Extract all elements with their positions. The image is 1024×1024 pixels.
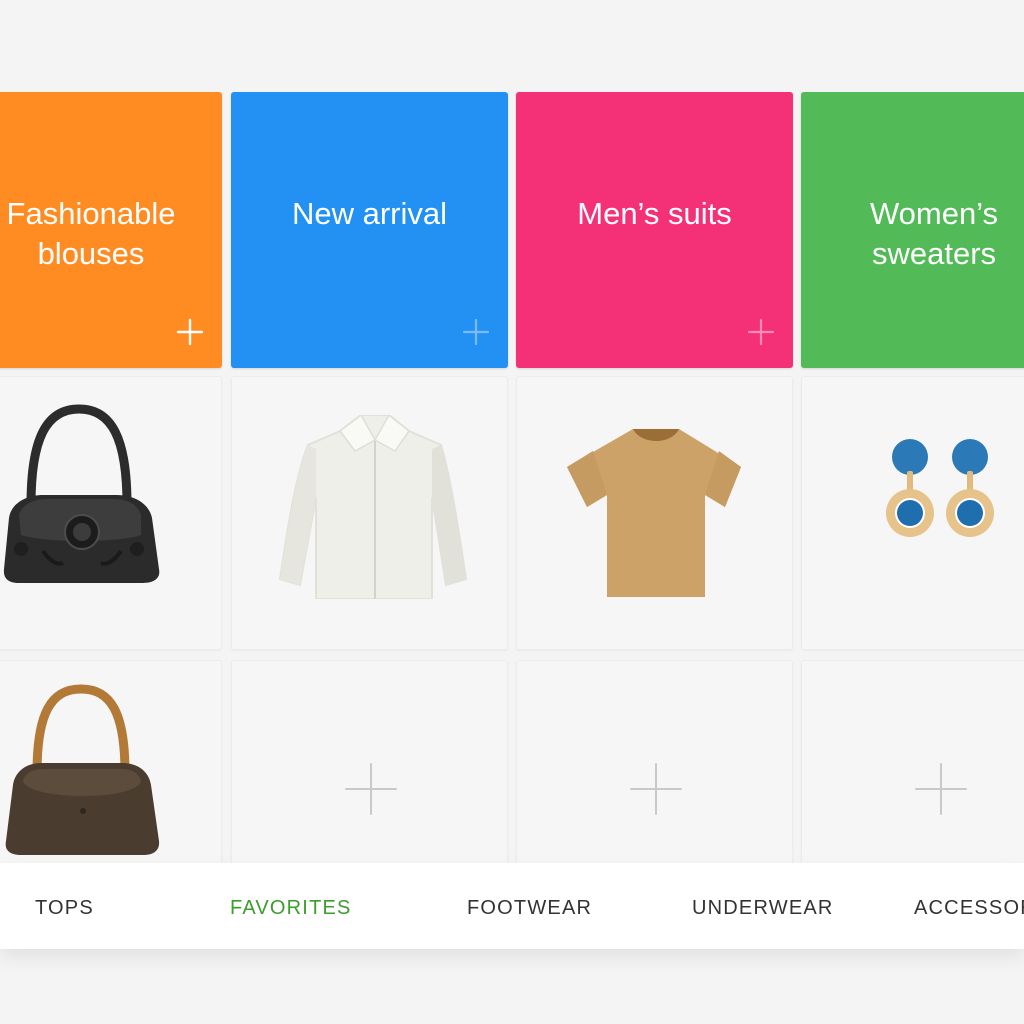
tan-tshirt-icon [567,429,741,597]
white-shirt-icon [278,415,468,599]
add-item-tile[interactable] [231,660,508,880]
item-tile-brown-handbag[interactable] [0,660,222,880]
category-card-womens-sweaters[interactable]: Women’s sweaters [801,92,1024,368]
plus-icon[interactable] [462,318,490,346]
item-tile-blue-earrings[interactable] [801,376,1024,650]
category-card-new-arrival[interactable]: New arrival [231,92,508,368]
category-tab-bar: TOPS FAVORITES FOOTWEAR UNDERWEAR ACCESS… [0,863,1024,949]
plus-icon[interactable] [747,318,775,346]
category-title: Fashionable blouses [6,196,176,271]
category-card-fashionable-blouses[interactable]: Fashionable blouses [0,92,222,368]
item-tile-black-handbag[interactable] [0,376,222,650]
app-stage: Fashionable blouses New arrival Men’s su… [0,0,1024,1024]
add-icon[interactable] [345,763,397,815]
category-title: New arrival [291,196,448,231]
tab-favorites[interactable]: FAVORITES [230,897,352,920]
brown-handbag-icon [5,684,160,855]
tab-footwear[interactable]: FOOTWEAR [467,897,592,920]
plus-icon[interactable] [176,318,204,346]
tab-underwear[interactable]: UNDERWEAR [692,897,834,920]
blue-earrings-icon [886,439,994,537]
black-handbag-icon [3,404,160,583]
tab-accessories[interactable]: ACCESSORIES [914,897,1024,920]
category-title: Men’s suits [577,196,732,231]
add-icon[interactable] [630,763,682,815]
add-item-tile[interactable] [516,660,793,880]
category-card-mens-suits[interactable]: Men’s suits [516,92,793,368]
item-tile-tan-tshirt[interactable] [516,376,793,650]
item-tile-white-shirt[interactable] [231,376,508,650]
category-title: Women’s sweaters [869,196,999,271]
add-icon[interactable] [915,763,967,815]
add-item-tile[interactable] [801,660,1024,880]
tab-tops[interactable]: TOPS [35,897,94,920]
